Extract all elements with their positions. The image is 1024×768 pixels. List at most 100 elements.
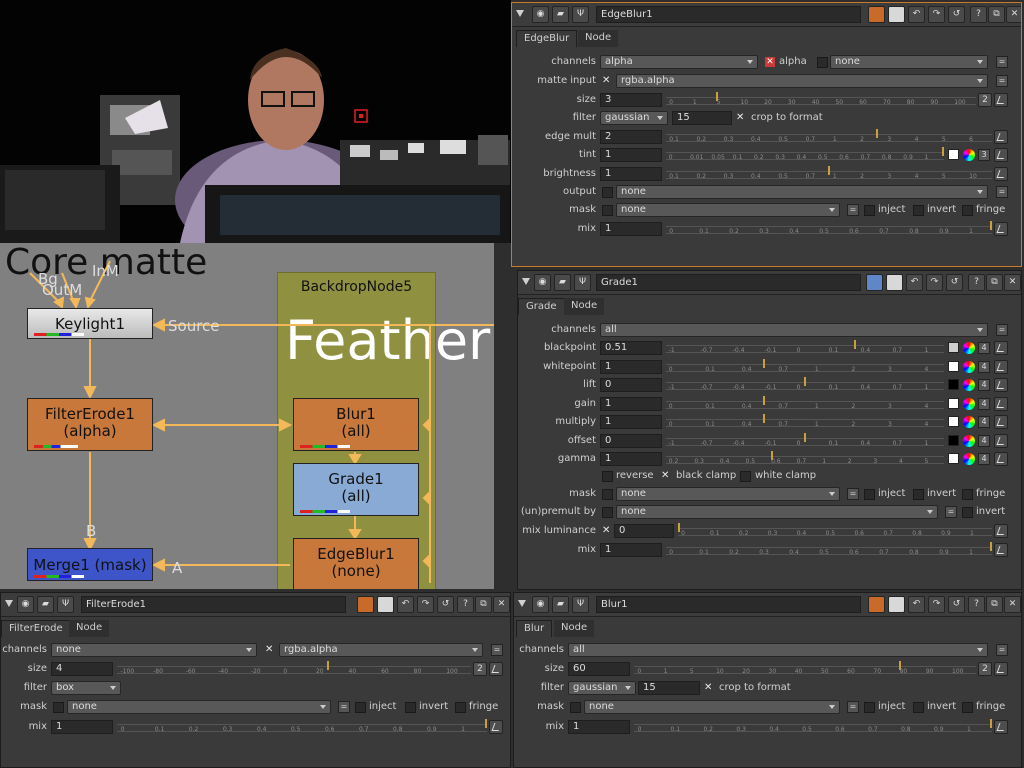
gamma-field[interactable]: 1 [600,452,662,466]
animation-icon[interactable] [994,524,1008,538]
animation-icon[interactable] [994,543,1008,557]
link-button[interactable]: = [847,701,859,713]
fork-icon[interactable]: Ψ [57,596,74,613]
tint-color-swatch[interactable] [948,149,959,160]
crop-checkbox[interactable]: ✕ [736,112,744,123]
color-wheel-icon[interactable] [963,416,975,428]
size-field[interactable]: 3 [600,93,662,107]
redo-icon[interactable]: ↷ [417,596,434,613]
collapse-icon[interactable] [516,10,524,17]
color-wheel-icon[interactable] [963,453,975,465]
gain-field[interactable]: 1 [600,396,662,411]
offset-slider[interactable]: -1 -0.7 -0.4 -0.1 0 0.1 0.4 0.7 1 [666,432,944,447]
collapse-icon[interactable] [518,600,526,607]
filter-quality-field[interactable]: 15 [638,681,700,695]
tab-node[interactable]: Node [554,620,595,637]
channels-dropdown[interactable]: all [600,323,988,337]
crop-checkbox[interactable]: ✕ [704,682,712,693]
mix-slider[interactable]: 0 0.1 0.2 0.3 0.4 0.5 0.6 0.7 0.8 0.9 1 [634,718,992,733]
link-button[interactable]: = [996,644,1008,656]
fringe-checkbox[interactable] [962,205,973,216]
animation-icon[interactable] [994,341,1008,355]
filter-quality-field[interactable]: 15 [672,111,732,125]
brightness-field[interactable]: 1 [600,167,662,181]
offset-field[interactable]: 0 [600,433,662,448]
tab-blur[interactable]: Blur [516,620,553,637]
mask-checkbox[interactable] [602,205,613,216]
node-color-icon[interactable] [357,596,374,613]
edge-mult-slider[interactable]: 0.1 0.2 0.3 0.4 0.5 0.7 1 2 3 4 5 6 [666,128,992,143]
animation-icon[interactable] [994,130,1008,144]
size-slider[interactable]: -100 -80 -60 -40 -20 0 20 40 60 80 100 [117,660,471,675]
node-merge1[interactable]: Merge1 (mask) [27,548,153,581]
node-keylight1[interactable]: Keylight1 [27,308,153,339]
size-slider[interactable]: 0 1 5 10 20 30 40 50 60 70 80 90 100 [634,660,976,675]
extra-channel-dropdown[interactable]: none [830,55,988,69]
inject-checkbox[interactable] [864,205,875,216]
brightness-slider[interactable]: 0.1 0.2 0.3 0.4 0.5 0.7 1 2 3 4 5 10 [666,165,992,180]
reverse-checkbox[interactable] [602,471,613,482]
animation-icon[interactable] [994,415,1008,429]
multiply-channels-button[interactable]: 4 [978,416,990,428]
tile-color-icon[interactable] [888,6,905,23]
invert-checkbox[interactable] [913,205,924,216]
size-field[interactable]: 4 [51,662,113,676]
link-button[interactable]: = [996,75,1008,87]
lift-color-swatch[interactable] [948,379,959,390]
redo-icon[interactable]: ↷ [928,596,945,613]
mask-dropdown[interactable]: none [616,203,840,217]
link-button[interactable]: = [996,186,1008,198]
float-icon[interactable]: ⧉ [986,274,1003,291]
close-icon[interactable]: ✕ [1004,596,1021,613]
revert-icon[interactable]: ↺ [948,596,965,613]
animation-icon[interactable] [994,433,1008,448]
redo-icon[interactable]: ↷ [928,6,945,23]
mask-dropdown[interactable]: none [584,700,840,714]
channels-dropdown[interactable]: alpha [600,55,758,69]
revert-icon[interactable]: ↺ [946,274,963,291]
animation-icon[interactable] [489,662,503,676]
size-split-button[interactable]: 2 [473,662,487,676]
filter-dropdown[interactable]: gaussian [568,681,636,695]
color-wheel-icon[interactable] [963,360,975,373]
animation-icon[interactable] [994,93,1008,107]
tab-filtererode[interactable]: FilterErode [1,620,71,637]
whitepoint-slider[interactable]: 0 0.1 0.4 0.7 1 2 3 4 [666,358,944,373]
animation-icon[interactable] [994,222,1008,236]
node-name-field[interactable]: FilterErode1 [81,596,346,613]
matte-input-dropdown[interactable]: rgba.alpha [616,74,988,88]
gain-channels-button[interactable]: 4 [978,397,990,410]
whitepoint-color-swatch[interactable] [948,360,959,372]
inject-checkbox[interactable] [864,489,875,500]
tab-node[interactable]: Node [578,30,619,47]
node-blur1[interactable]: Blur1 (all) [293,398,419,451]
output-dropdown[interactable]: none [616,185,988,199]
tile-color-icon[interactable] [886,274,903,291]
inject-checkbox[interactable] [355,702,366,713]
node-filtererode1[interactable]: FilterErode1 (alpha) [27,398,153,451]
mask-checkbox[interactable] [53,702,64,713]
fork-icon[interactable]: Ψ [574,274,591,291]
unpremult-dropdown[interactable]: none [616,505,938,519]
mask-dropdown[interactable]: none [616,487,840,501]
animation-icon[interactable] [994,662,1008,676]
color-wheel-icon[interactable] [963,434,975,447]
mix-slider[interactable]: 0 0.1 0.2 0.3 0.4 0.5 0.6 0.7 0.8 0.9 1 [666,541,992,556]
extra-channel-checkbox[interactable] [817,57,828,68]
node-name-field[interactable]: Blur1 [596,596,861,613]
node-name-field[interactable]: Grade1 [596,274,861,291]
mix-luminance-slider[interactable]: 0 0.1 0.2 0.3 0.4 0.5 0.6 0.7 0.8 0.9 1 [678,522,992,537]
multiply-field[interactable]: 1 [600,415,662,429]
center-node-icon[interactable]: ◉ [532,596,549,613]
mask-dropdown[interactable]: none [67,700,331,714]
link-button[interactable]: = [945,506,957,518]
node-edgeblur1[interactable]: EdgeBlur1 (none) [293,538,419,589]
matte-checkbox[interactable]: ✕ [602,75,610,86]
lift-channels-button[interactable]: 4 [978,379,990,391]
animation-icon[interactable] [994,378,1008,392]
fringe-checkbox[interactable] [455,702,466,713]
lift-field[interactable]: 0 [600,378,662,392]
undo-icon[interactable]: ↶ [906,274,923,291]
size-split-button[interactable]: 2 [978,93,992,107]
mix-field[interactable]: 1 [600,543,662,557]
